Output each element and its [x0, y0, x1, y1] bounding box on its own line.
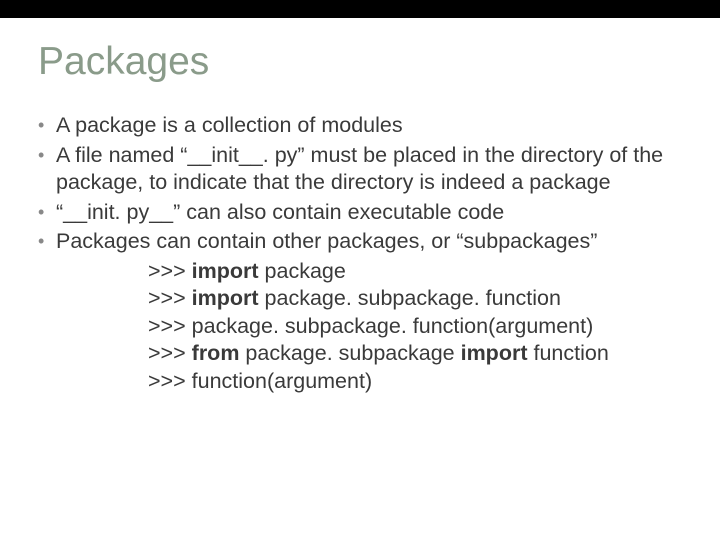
keyword: import — [192, 286, 259, 310]
prompt: >>> — [148, 314, 186, 338]
bullet-text: “__init. py__” can also contain executab… — [56, 199, 682, 227]
top-bar — [0, 0, 720, 18]
bullet-item: • A file named “__init__. py” must be pl… — [38, 142, 682, 197]
prompt: >>> — [148, 341, 186, 365]
code-block: >>> import package >>> import package. s… — [148, 258, 682, 396]
bullet-item: • A package is a collection of modules — [38, 112, 682, 140]
bullet-text: Packages can contain other packages, or … — [56, 228, 682, 256]
code-line: >>> function(argument) — [148, 368, 682, 396]
code-line: >>> package. subpackage. function(argume… — [148, 313, 682, 341]
prompt: >>> — [148, 286, 186, 310]
bullet-dot-icon: • — [38, 199, 56, 227]
bullet-dot-icon: • — [38, 228, 56, 256]
code-text: package — [265, 259, 346, 283]
slide-title: Packages — [38, 40, 720, 84]
bullet-dot-icon: • — [38, 142, 56, 197]
code-line: >>> import package — [148, 258, 682, 286]
keyword: import — [192, 259, 259, 283]
code-line: >>> import package. subpackage. function — [148, 285, 682, 313]
keyword: import — [461, 341, 528, 365]
code-text: package. subpackage. function(argument) — [192, 314, 594, 338]
code-text: package. subpackage — [245, 341, 454, 365]
prompt: >>> — [148, 369, 186, 393]
bullet-text: A package is a collection of modules — [56, 112, 682, 140]
slide: Packages • A package is a collection of … — [0, 0, 720, 540]
slide-body: • A package is a collection of modules •… — [38, 112, 682, 395]
code-line: >>> from package. subpackage import func… — [148, 340, 682, 368]
code-text: function(argument) — [192, 369, 372, 393]
bullet-dot-icon: • — [38, 112, 56, 140]
code-text: package. subpackage. function — [265, 286, 561, 310]
prompt: >>> — [148, 259, 186, 283]
bullet-item: • Packages can contain other packages, o… — [38, 228, 682, 256]
bullet-item: • “__init. py__” can also contain execut… — [38, 199, 682, 227]
keyword: from — [192, 341, 240, 365]
bullet-text: A file named “__init__. py” must be plac… — [56, 142, 682, 197]
code-text: function — [533, 341, 608, 365]
